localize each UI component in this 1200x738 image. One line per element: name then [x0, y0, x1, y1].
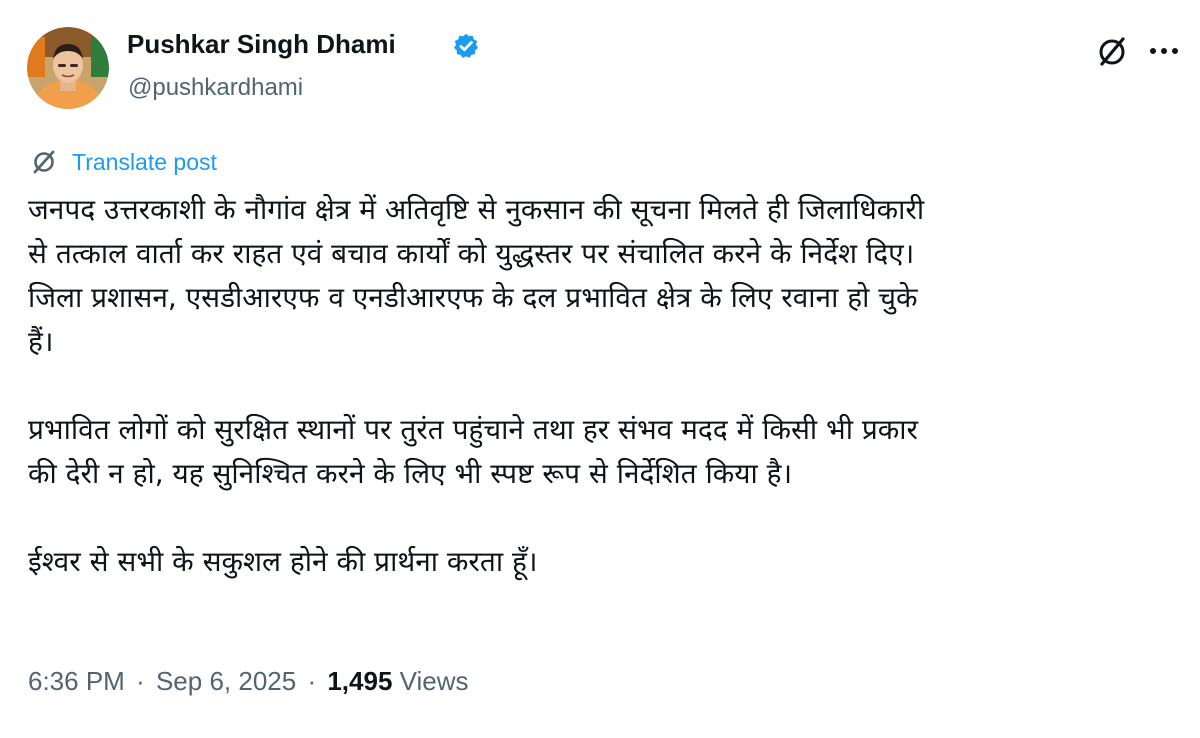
post-line: की देरी न हो, यह सुनिश्चित करने के लिए भ…: [28, 457, 793, 490]
translate-post-label: Translate post: [72, 148, 217, 175]
post-paragraph-3: ईश्वर से सभी के सकुशल होने की प्रार्थना …: [28, 540, 1178, 584]
post-text: जनपद उत्तरकाशी के नौगांव क्षेत्र में अति…: [28, 188, 1178, 584]
post-time[interactable]: 6:36 PM: [28, 666, 125, 696]
post-line: जनपद उत्तरकाशी के नौगांव क्षेत्र में अति…: [28, 193, 925, 226]
views-label: Views: [399, 666, 469, 696]
post-line: ईश्वर से सभी के सकुशल होने की प्रार्थना …: [28, 545, 538, 578]
translate-post-link[interactable]: Translate post: [30, 146, 217, 178]
meta-separator: ·: [136, 666, 145, 696]
post-date[interactable]: Sep 6, 2025: [156, 666, 296, 696]
avatar[interactable]: [27, 27, 109, 109]
views-count[interactable]: 1,495: [327, 666, 392, 696]
verified-badge-icon[interactable]: [452, 32, 480, 60]
post-paragraph-2: प्रभावित लोगों को सुरक्षित स्थानों पर तु…: [28, 408, 1178, 496]
post-line: प्रभावित लोगों को सुरक्षित स्थानों पर तु…: [28, 413, 919, 446]
post-line: से तत्काल वार्ता कर राहत एवं बचाव कार्यो…: [28, 237, 915, 270]
author-name[interactable]: Pushkar Singh Dhami: [127, 29, 396, 60]
meta-separator: ·: [307, 666, 317, 696]
author-handle[interactable]: @pushkardhami: [128, 74, 303, 102]
post-meta: 6:36 PM · Sep 6, 2025 · 1,495 Views: [28, 666, 469, 697]
grok-icon[interactable]: [1094, 34, 1130, 70]
more-options-icon[interactable]: [1146, 36, 1182, 66]
post-line: जिला प्रशासन, एसडीआरएफ व एनडीआरएफ के दल …: [28, 281, 918, 314]
post-line: हैं।: [28, 325, 54, 358]
post-paragraph-1: जनपद उत्तरकाशी के नौगांव क्षेत्र में अति…: [28, 188, 1178, 364]
translate-icon: [30, 148, 58, 176]
avatar-image: [27, 27, 109, 109]
